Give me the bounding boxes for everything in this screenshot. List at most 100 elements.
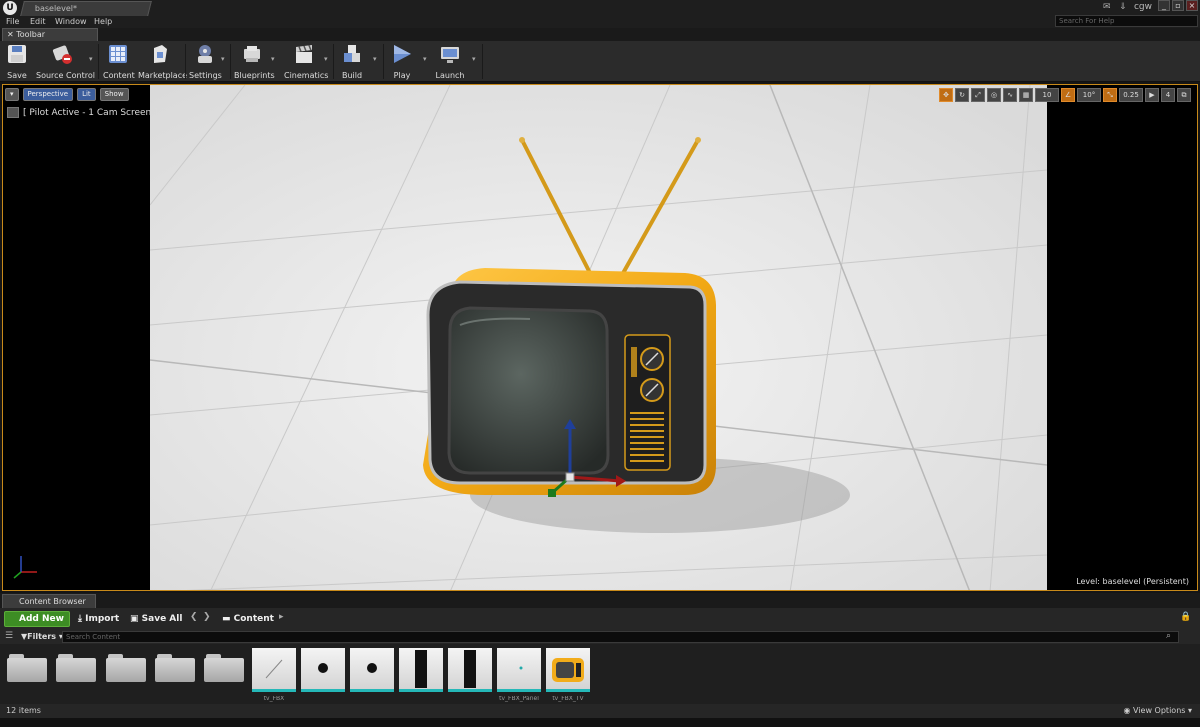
build-icon: [344, 45, 360, 62]
play-dropdown[interactable]: ▾: [423, 55, 430, 65]
import-button[interactable]: ⤓ Import: [78, 611, 119, 627]
folder-item[interactable]: [106, 654, 146, 682]
level-document-tab-label: baselevel*: [34, 4, 77, 13]
build-label: Build: [341, 71, 363, 80]
settings-dropdown[interactable]: ▾: [221, 55, 228, 65]
camera-speed-value[interactable]: 4: [1161, 88, 1175, 102]
asset-thumbnail-knob[interactable]: [350, 648, 394, 692]
folder-item[interactable]: [204, 654, 244, 682]
asset-thumbnail-panel[interactable]: [399, 648, 443, 692]
sources-toggle-icon[interactable]: ☰: [5, 631, 13, 641]
show-button[interactable]: Show: [99, 88, 129, 101]
asset-thumbnail-panel-small[interactable]: [497, 648, 541, 692]
scale-snap-icon[interactable]: ⤡: [1103, 88, 1117, 102]
toolbar-tab[interactable]: ✕ Toolbar: [2, 28, 98, 41]
rotate-snap-icon[interactable]: ∠: [1061, 88, 1075, 102]
scale-mode-icon[interactable]: ⤢: [971, 88, 985, 102]
back-arrow-icon[interactable]: ❮: [190, 612, 198, 622]
forward-arrow-icon[interactable]: ❯: [203, 612, 211, 622]
source-control-icon: [52, 45, 72, 64]
level-document-tab[interactable]: baselevel*: [20, 1, 152, 16]
bottom-strip: [0, 718, 1200, 727]
grid-snap-value[interactable]: 10: [1035, 88, 1059, 102]
play-button[interactable]: Play: [389, 43, 415, 80]
save-label: Save: [7, 71, 27, 80]
cinematics-label: Cinematics: [284, 71, 329, 80]
filters-label: Filters: [27, 632, 57, 641]
search-content-input[interactable]: Search Content: [62, 631, 1179, 643]
lock-icon[interactable]: 🔒: [1180, 612, 1191, 622]
marketplace-button[interactable]: Marketplace: [138, 43, 187, 80]
close-button[interactable]: ×: [1186, 0, 1198, 11]
source-control-button[interactable]: Source Control: [36, 43, 95, 80]
save-all-icon: ▣: [130, 614, 142, 624]
save-button[interactable]: Save: [4, 43, 30, 80]
asset-thumbnail-knob[interactable]: [301, 648, 345, 692]
blueprints-dropdown[interactable]: ▾: [271, 55, 278, 65]
world-space-icon[interactable]: ◎: [987, 88, 1001, 102]
launch-button[interactable]: Launch: [434, 43, 466, 80]
folder-icon: ▬: [222, 614, 234, 624]
path-content-label: Content: [233, 614, 274, 624]
menu-help[interactable]: Help: [94, 16, 112, 28]
eject-pilot-button[interactable]: [7, 107, 19, 118]
asset-thumbnail-tv[interactable]: [546, 648, 590, 692]
user-name: cgw: [1133, 2, 1152, 12]
play-icon: [394, 45, 411, 63]
cinematics-dropdown[interactable]: ▾: [324, 55, 331, 65]
folder-item[interactable]: [56, 654, 96, 682]
settings-button[interactable]: Settings: [189, 43, 222, 80]
source-control-dropdown[interactable]: ▾: [89, 55, 96, 65]
surface-snap-icon[interactable]: ∿: [1003, 88, 1017, 102]
perspective-button[interactable]: Perspective: [22, 88, 74, 101]
path-chevron-icon[interactable]: ▸: [279, 612, 284, 622]
build-dropdown[interactable]: ▾: [373, 55, 380, 65]
content-button[interactable]: Content: [103, 43, 135, 80]
folder-item[interactable]: [7, 654, 47, 682]
blueprints-label: Blueprints: [234, 71, 275, 80]
viewport-options-button[interactable]: ▾: [5, 88, 19, 101]
build-button[interactable]: Build: [339, 43, 365, 80]
path-content-button[interactable]: ▬ Content: [222, 611, 274, 627]
asset-thumbnail-antenna[interactable]: [252, 648, 296, 692]
level-viewport[interactable]: ▾ Perspective Lit Show [ Pilot Active - …: [2, 84, 1198, 591]
translate-mode-icon[interactable]: ✥: [939, 88, 953, 102]
wrench-icon: ✕: [7, 30, 17, 39]
save-all-button[interactable]: ▣ Save All: [130, 611, 182, 627]
camera-speed-icon[interactable]: ▶: [1145, 88, 1159, 102]
settings-icon: [198, 45, 212, 63]
play-label: Play: [393, 71, 411, 80]
search-help-input[interactable]: Search For Help: [1055, 15, 1198, 27]
filters-button[interactable]: ▼Filters ▾: [21, 631, 63, 643]
marketplace-icon: [154, 45, 167, 63]
minimize-button[interactable]: _: [1158, 0, 1170, 11]
view-options-button[interactable]: ◉ View Options ▾: [1124, 706, 1193, 715]
search-icon[interactable]: ⌕: [1166, 631, 1171, 641]
chat-icon[interactable]: ✉: [1103, 2, 1114, 12]
rotate-snap-value[interactable]: 10°: [1077, 88, 1101, 102]
launch-dropdown[interactable]: ▾: [472, 55, 479, 65]
content-browser-tab[interactable]: Content Browser: [2, 594, 96, 608]
menu-window[interactable]: Window: [55, 16, 87, 28]
scene-svg: [150, 85, 1047, 590]
restore-button[interactable]: ▫: [1172, 0, 1184, 11]
folder-item[interactable]: [155, 654, 195, 682]
blueprints-button[interactable]: Blueprints: [234, 43, 275, 80]
add-new-button[interactable]: Add New ▾: [4, 611, 70, 638]
pilot-active-label: [ Pilot Active - 1 Cam Screen ]: [23, 108, 158, 118]
scale-snap-value[interactable]: 0.25: [1119, 88, 1143, 102]
toolbar-tab-label: Toolbar: [16, 30, 46, 39]
content-browser-toolbar: Add New ▾ ⤓ Import ▣ Save All ❮ ❯ ▬ Cont…: [0, 608, 1200, 638]
cinematics-button[interactable]: Cinematics: [284, 43, 329, 80]
asset-thumbnail-panel[interactable]: [448, 648, 492, 692]
maximize-viewport-icon[interactable]: ⧉: [1177, 88, 1191, 102]
menu-file[interactable]: File: [6, 16, 19, 28]
rotate-mode-icon[interactable]: ↻: [955, 88, 969, 102]
menu-edit[interactable]: Edit: [30, 16, 46, 28]
scene-render[interactable]: [150, 85, 1047, 590]
download-icon[interactable]: ⇓: [1119, 2, 1130, 12]
lit-button[interactable]: Lit: [77, 88, 96, 101]
grid-snap-icon[interactable]: ▦: [1019, 88, 1033, 102]
axis-indicator-icon: [13, 556, 37, 579]
add-new-label: Add New: [19, 614, 64, 624]
